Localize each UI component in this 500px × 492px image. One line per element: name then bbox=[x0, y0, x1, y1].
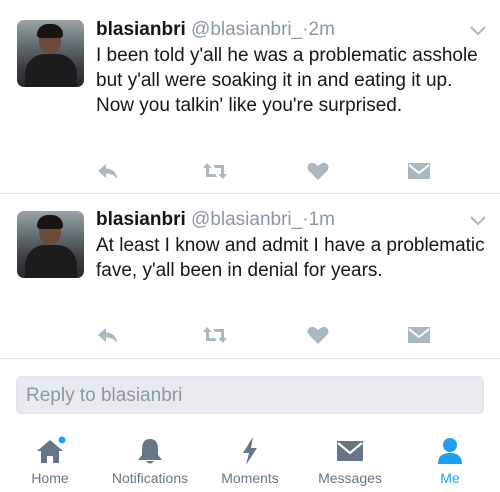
chevron-down-icon[interactable] bbox=[470, 26, 486, 36]
tweet-header: blasianbri @blasianbri_·1m bbox=[96, 209, 335, 231]
reply-input[interactable]: Reply to blasianbri bbox=[16, 376, 484, 414]
home-icon bbox=[37, 436, 66, 463]
tab-bar: Home Notifications Moments Messages Me bbox=[0, 428, 500, 492]
display-name[interactable]: blasianbri bbox=[96, 209, 186, 230]
tab-label: Notifications bbox=[111, 470, 189, 486]
tweet-text: I been told y'all he was a problematic a… bbox=[96, 45, 478, 116]
tweet[interactable]: blasianbri @blasianbri_·1m At least I kn… bbox=[0, 193, 500, 358]
avatar[interactable] bbox=[17, 211, 84, 278]
tab-label: Messages bbox=[318, 470, 382, 486]
tab-notifications[interactable]: Notifications bbox=[100, 428, 200, 492]
divider bbox=[0, 358, 500, 359]
tab-messages[interactable]: Messages bbox=[300, 428, 400, 492]
display-name[interactable]: blasianbri bbox=[96, 19, 186, 40]
tab-home[interactable]: Home bbox=[0, 428, 100, 492]
reply-placeholder: Reply to blasianbri bbox=[26, 385, 183, 406]
bell-icon bbox=[138, 439, 162, 464]
lightning-icon bbox=[243, 437, 257, 465]
handle: @blasianbri_ bbox=[191, 19, 303, 40]
tweet-text: At least I know and admit I have a probl… bbox=[96, 235, 485, 281]
handle: @blasianbri_ bbox=[191, 209, 303, 230]
tab-label: Me bbox=[440, 470, 460, 486]
retweet-icon[interactable] bbox=[202, 160, 228, 182]
direct-message-icon[interactable] bbox=[407, 160, 431, 182]
envelope-icon bbox=[337, 441, 363, 461]
direct-message-icon[interactable] bbox=[407, 324, 431, 346]
like-icon[interactable] bbox=[306, 324, 330, 346]
tweet-actions bbox=[96, 324, 436, 346]
person-icon bbox=[438, 438, 462, 464]
tweet-actions bbox=[96, 160, 436, 182]
timestamp: 2m bbox=[308, 19, 335, 40]
tab-me[interactable]: Me bbox=[400, 428, 500, 492]
chevron-down-icon[interactable] bbox=[470, 216, 486, 226]
tweet-header: blasianbri @blasianbri_·2m bbox=[96, 19, 335, 41]
tab-moments[interactable]: Moments bbox=[200, 428, 300, 492]
tweet[interactable]: blasianbri @blasianbri_·2m I been told y… bbox=[0, 0, 500, 193]
tab-label: Moments bbox=[221, 470, 279, 486]
avatar[interactable] bbox=[17, 20, 84, 87]
tab-label: Home bbox=[31, 470, 69, 486]
like-icon[interactable] bbox=[306, 160, 330, 182]
timestamp: 1m bbox=[308, 209, 335, 230]
reply-icon[interactable] bbox=[96, 160, 120, 182]
reply-icon[interactable] bbox=[96, 324, 120, 346]
retweet-icon[interactable] bbox=[202, 324, 228, 346]
notification-dot bbox=[58, 436, 66, 444]
